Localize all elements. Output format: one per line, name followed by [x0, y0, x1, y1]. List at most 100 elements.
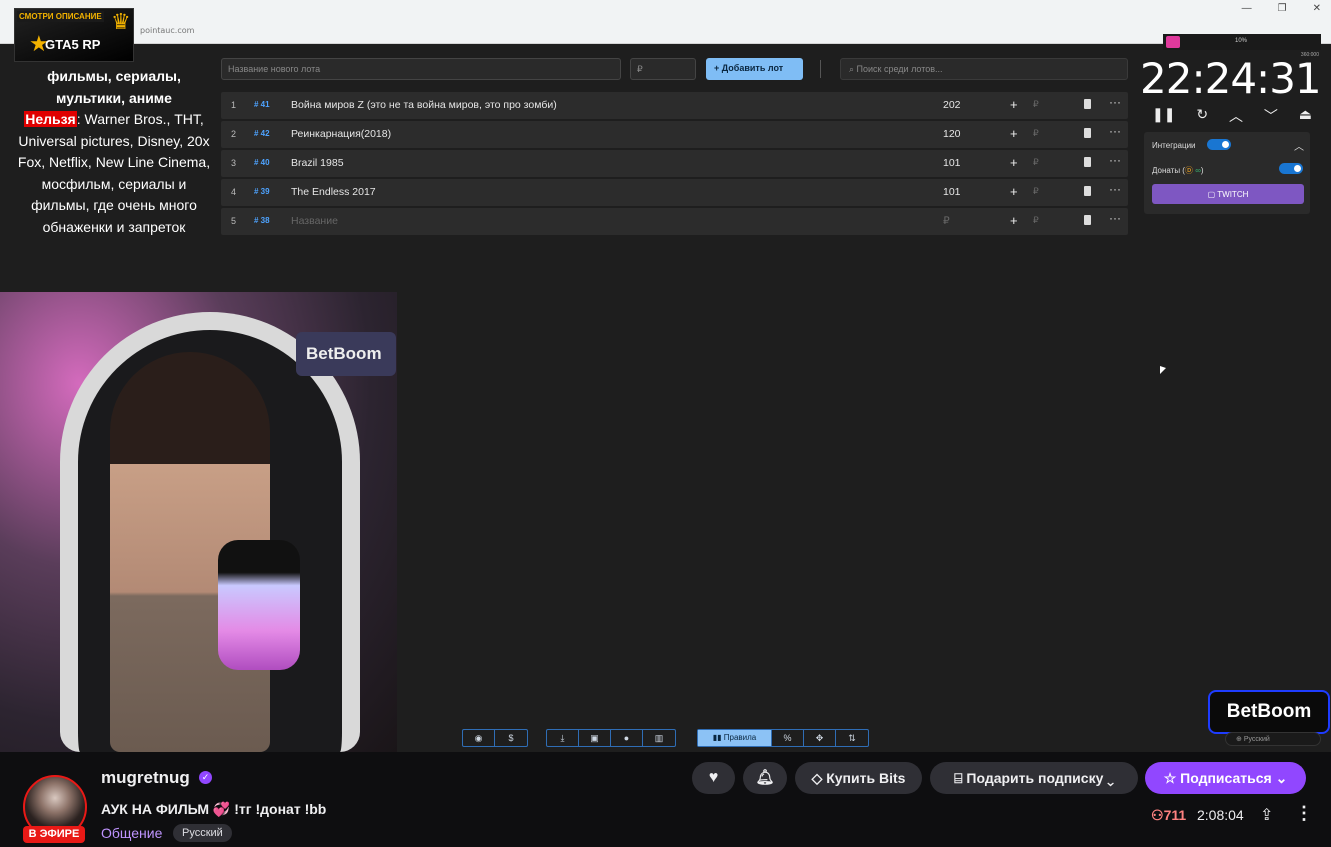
lot-number: 1 — [231, 100, 237, 110]
more-icon[interactable]: ··· — [1109, 182, 1121, 196]
betboom-logo: BetBoom — [1208, 690, 1330, 734]
more-icon[interactable]: ··· — [1109, 211, 1121, 225]
integrations-label: Интеграции — [1152, 141, 1196, 150]
lot-price-input[interactable]: ₽ — [630, 58, 696, 80]
plus-icon[interactable]: + — [1010, 155, 1018, 170]
buy-bits-button[interactable]: ◇ Купить Bits — [795, 762, 922, 794]
lots-table: 1 # 41 Война миров Z (это не та война ми… — [221, 92, 1128, 237]
donations-label: Донаты (Ⓓ ∞) — [1152, 166, 1204, 175]
lot-number: 4 — [231, 187, 237, 197]
person-icon: ⚇ — [1151, 807, 1164, 823]
lot-amount[interactable]: 101 — [943, 157, 961, 169]
twitch-icon: ▢ — [1207, 190, 1218, 199]
lot-search-input[interactable]: ⌕ Поиск среди лотов... — [840, 58, 1128, 80]
lot-name[interactable]: The Endless 2017 — [291, 186, 376, 198]
stream-uptime: 2:08:04 — [1197, 807, 1244, 823]
lot-row[interactable]: 4 # 39 The Endless 2017 101 + ₽ ··· — [221, 179, 1128, 206]
plus-icon[interactable]: + — [1010, 213, 1018, 228]
lot-row[interactable]: 2 # 42 Реинкарнация(2018) 120 + ₽ ··· — [221, 121, 1128, 148]
donations-toggle[interactable] — [1279, 163, 1303, 174]
download-icon[interactable]: ⤓ — [547, 730, 579, 746]
reset-icon[interactable]: ↻ — [1196, 106, 1208, 126]
gift-icon: ⌸ — [954, 770, 967, 786]
rules-head: фильмы, сериалы, мультики, аниме — [47, 68, 181, 106]
gift-sub-button[interactable]: ⌸ Подарить подписку ⌄ — [930, 762, 1138, 794]
ruble-icon[interactable]: ₽ — [1033, 186, 1039, 197]
trash-icon[interactable] — [1084, 128, 1091, 138]
lot-number: 3 — [231, 158, 237, 168]
trash-icon[interactable]: ▥ — [643, 730, 675, 746]
rules-forbid: Нельзя — [24, 111, 77, 127]
trash-icon[interactable] — [1084, 99, 1091, 109]
plus-icon[interactable]: + — [1010, 126, 1018, 141]
auction-timer: 22:24:31 — [1140, 54, 1322, 103]
crown-icon: ♛ — [111, 9, 131, 34]
ruble-icon[interactable]: ₽ — [1033, 99, 1039, 110]
chevron-down-icon[interactable]: ﹀ — [1264, 106, 1278, 126]
ruble-icon[interactable]: ₽ — [1033, 157, 1039, 168]
subscribe-button[interactable]: ☆ Подписаться ⌄ — [1145, 762, 1306, 794]
video-player[interactable]: СМОТРИ ОПИСАНИЕ ★ GTA5 RP ♛ фильмы, сери… — [0, 8, 1331, 752]
percent-icon[interactable]: % — [772, 730, 804, 746]
more-icon[interactable]: ··· — [1109, 124, 1121, 138]
move-icon[interactable]: ✥ — [804, 730, 836, 746]
lot-amount[interactable]: 101 — [943, 186, 961, 198]
slider-handle[interactable] — [1166, 36, 1180, 48]
betboom-sign: BetBoom — [296, 332, 396, 376]
notifications-button[interactable]: 🔔︎ — [743, 762, 787, 794]
eject-icon[interactable]: ⏏ — [1299, 106, 1312, 126]
integrations-panel: Интеграции ︿ Донаты (Ⓓ ∞) ▢ TWITCH — [1144, 132, 1310, 214]
lot-amount[interactable]: 120 — [943, 128, 961, 140]
rules-tab[interactable]: ▮▮ Правила — [698, 730, 772, 746]
github-icon[interactable]: ◉ — [463, 730, 495, 746]
logo-text: GTA5 RP — [45, 37, 101, 52]
plus-icon[interactable]: + — [1010, 97, 1018, 112]
lot-amount[interactable]: 202 — [943, 99, 961, 111]
lot-name[interactable]: Название — [291, 215, 338, 227]
timer-slider[interactable]: 10% 360:000 — [1163, 34, 1321, 58]
collapse-icon[interactable]: ︿ — [1294, 138, 1304, 153]
share-icon[interactable]: ⇪ — [1260, 805, 1273, 825]
trash-icon[interactable] — [1084, 215, 1091, 225]
lot-amount[interactable]: ₽ — [943, 215, 950, 227]
toolbar-links: ◉ $ — [462, 729, 528, 747]
more-icon[interactable]: ··· — [1109, 153, 1121, 167]
toolbar-file: ⤓ ▣ ● ▥ — [546, 729, 676, 747]
lot-id: # 42 — [254, 129, 270, 138]
twitch-connect-button[interactable]: ▢ TWITCH — [1152, 184, 1304, 204]
new-lot-input[interactable]: Название нового лота — [221, 58, 621, 80]
lot-row[interactable]: 5 # 38 Название ₽ + ₽ ··· — [221, 208, 1128, 235]
plus-icon[interactable]: + — [1010, 184, 1018, 199]
logo-top-label: СМОТРИ ОПИСАНИЕ — [17, 11, 104, 22]
lot-name[interactable]: Реинкарнация(2018) — [291, 128, 391, 140]
category-link[interactable]: Общение — [101, 825, 162, 841]
sort-icon[interactable]: ⇅ — [836, 730, 868, 746]
add-lot-button[interactable]: + Добавить лот — [706, 58, 803, 80]
save-icon[interactable]: ▣ — [579, 730, 611, 746]
trash-icon[interactable] — [1084, 157, 1091, 167]
follow-button[interactable]: ♥ — [692, 762, 735, 794]
search-icon: ⌕ — [849, 64, 857, 74]
more-options-icon[interactable]: ⋮ — [1295, 803, 1313, 824]
pause-icon[interactable]: ❚❚ — [1152, 106, 1175, 126]
browser-url: pointauc.com — [140, 26, 195, 35]
ruble-icon[interactable]: ₽ — [1033, 128, 1039, 139]
bomb-icon[interactable]: ● — [611, 730, 643, 746]
chevron-up-icon[interactable]: ︿ — [1229, 106, 1243, 126]
lot-name[interactable]: Война миров Z (это не та война миров, эт… — [291, 99, 557, 111]
donationalerts-icon: Ⓓ — [1184, 166, 1193, 175]
lot-number: 5 — [231, 216, 237, 226]
lot-name[interactable]: Brazil 1985 — [291, 157, 344, 169]
dollar-icon[interactable]: $ — [495, 730, 527, 746]
live-badge: В ЭФИРЕ — [23, 826, 85, 843]
globe-icon: ⊕ — [1236, 736, 1244, 743]
lot-row[interactable]: 3 # 40 Brazil 1985 101 + ₽ ··· — [221, 150, 1128, 177]
more-icon[interactable]: ··· — [1109, 95, 1121, 109]
channel-name[interactable]: mugretnug — [101, 768, 190, 788]
trash-icon[interactable] — [1084, 186, 1091, 196]
ruble-icon[interactable]: ₽ — [1033, 215, 1039, 226]
language-select[interactable]: ⊕ Русский — [1225, 732, 1321, 746]
lot-row[interactable]: 1 # 41 Война миров Z (это не та война ми… — [221, 92, 1128, 119]
language-tag[interactable]: Русский — [173, 824, 232, 842]
integrations-toggle[interactable] — [1207, 139, 1231, 150]
